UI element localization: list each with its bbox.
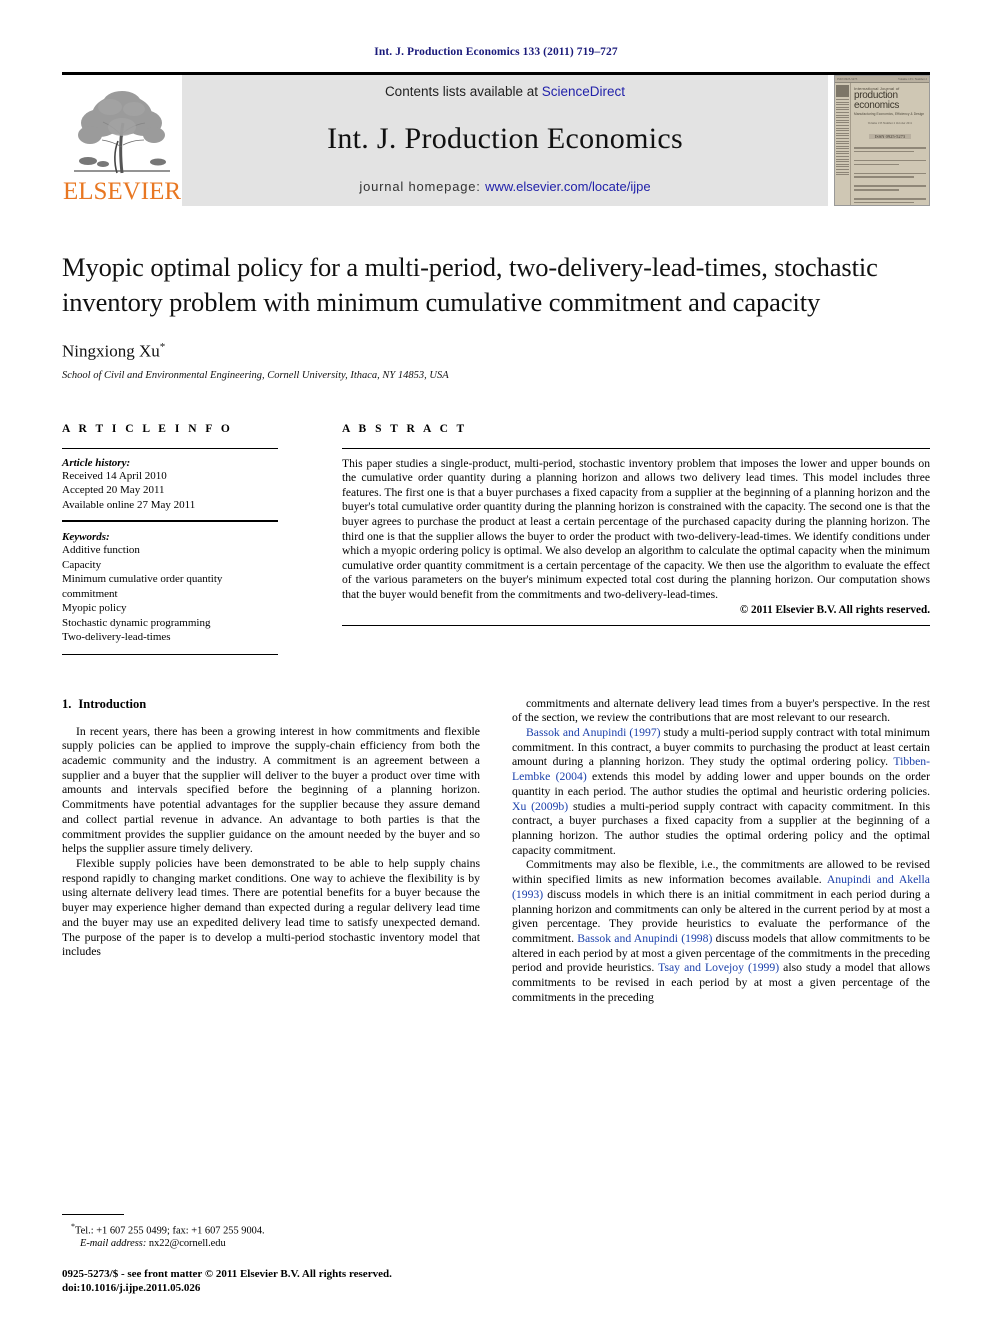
paragraph: Flexible supply policies have been demon…	[62, 856, 480, 959]
running-head: Int. J. Production Economics 133 (2011) …	[374, 46, 618, 58]
divider	[62, 520, 278, 523]
email-address[interactable]: nx22@cornell.edu	[149, 1238, 226, 1249]
contents-lists-line: Contents lists available at ScienceDirec…	[385, 84, 625, 99]
info-abstract-section: A R T I C L E I N F O Article history: R…	[62, 423, 930, 663]
journal-masthead: ELSEVIER Contents lists available at Sci…	[62, 72, 930, 206]
journal-title: Int. J. Production Economics	[327, 122, 683, 155]
paragraph-text: commitments and alternate delivery lead …	[512, 696, 930, 725]
citation-link[interactable]: Tsay and Lovejoy (1999)	[658, 961, 779, 974]
article-history-online: Available online 27 May 2011	[62, 498, 196, 511]
journal-homepage-line: journal homepage: www.elsevier.com/locat…	[359, 179, 650, 194]
footnote-rule	[62, 1213, 124, 1215]
paragraph: commitments and alternate delivery lead …	[512, 697, 930, 726]
page-title: Myopic optimal policy for a multi-period…	[62, 252, 878, 317]
cover-word-economics: economics	[854, 100, 900, 111]
author-affiliation: School of Civil and Environmental Engine…	[62, 369, 449, 381]
journal-banner: Contents lists available at ScienceDirec…	[182, 75, 828, 206]
cover-issue-block: Volume 133 Number 2 October 2011 ISSN 09…	[854, 121, 926, 143]
footer-front-matter: 0925-5273/$ - see front matter © 2011 El…	[62, 1268, 392, 1280]
footnote-contact: *Tel.: +1 607 255 0499; fax: +1 607 255 …	[62, 1220, 492, 1237]
cover-topbar: ISSN 0925-5273 Volume 133 / Number 2	[835, 76, 929, 83]
footer-block: 0925-5273/$ - see front matter © 2011 El…	[62, 1267, 492, 1295]
cover-issn-badge: ISSN 0925-5273	[868, 134, 912, 139]
right-paragraph-container: commitments and alternate delivery lead …	[512, 697, 930, 1006]
abstract-label: A B S T R A C T	[342, 422, 468, 435]
elsevier-wordmark: ELSEVIER	[62, 178, 182, 205]
section-title: Introduction	[78, 696, 147, 711]
elsevier-tree-icon	[67, 83, 177, 179]
email-label: E-mail address:	[80, 1238, 147, 1249]
cover-topbar-right: Volume 133 / Number 2	[898, 77, 927, 81]
keyword-item: Minimum cumulative order quantity	[62, 573, 223, 586]
divider	[342, 624, 930, 626]
footnote-tel-fax: Tel.: +1 607 255 0499; fax: +1 607 255 9…	[75, 1225, 265, 1236]
abstract-copyright: © 2011 Elsevier B.V. All rights reserved…	[739, 603, 930, 616]
cover-subtitle: Manufacturing Economics, Efficiency & De…	[854, 112, 925, 116]
keyword-item: commitment	[62, 587, 118, 600]
sciencedirect-link[interactable]: ScienceDirect	[542, 84, 625, 99]
divider	[62, 447, 278, 449]
footnote-email: E-mail address: nx22@cornell.edu	[62, 1237, 492, 1250]
article-info-column: A R T I C L E I N F O Article history: R…	[62, 423, 302, 663]
cover-table-of-contents	[854, 147, 926, 205]
keywords-label: Keywords:	[62, 531, 110, 544]
abstract-column: A B S T R A C T This paper studies a sin…	[302, 423, 930, 663]
author-line: Ningxiong Xu*	[62, 341, 930, 362]
author-footnote-marker[interactable]: *	[160, 341, 166, 353]
citation-link[interactable]: Bassok and Anupindi (1997)	[526, 726, 661, 739]
footnote-area: *Tel.: +1 607 255 0499; fax: +1 607 255 …	[62, 1213, 492, 1295]
divider	[342, 447, 930, 449]
article-history-received: Received 14 April 2010	[62, 469, 167, 482]
article-history-accepted: Accepted 20 May 2011	[62, 484, 165, 497]
footer-doi: doi:10.1016/j.ijpe.2011.05.026	[62, 1282, 201, 1294]
paragraph-text: studies a multi-period supply contract w…	[512, 799, 930, 857]
article-history-label: Article history:	[62, 456, 131, 469]
keyword-item: Additive function	[62, 544, 140, 557]
body-columns: 1. Introduction In recent years, there ha…	[62, 697, 930, 1006]
keyword-item: Two-delivery-lead-times	[62, 631, 171, 644]
body-column-right: commitments and alternate delivery lead …	[512, 697, 930, 1006]
homepage-prefix: journal homepage:	[359, 179, 486, 194]
cover-left-strip	[835, 83, 851, 205]
section-heading-introduction: 1. Introduction	[62, 697, 480, 712]
keyword-item: Stochastic dynamic programming	[62, 616, 211, 629]
paragraph: In recent years, there has been a growin…	[62, 724, 480, 856]
contents-lists-prefix: Contents lists available at	[384, 84, 542, 99]
cover-logo-box	[836, 85, 849, 97]
keyword-item: Myopic policy	[62, 602, 127, 615]
paragraph: Commitments may also be flexible, i.e., …	[512, 858, 930, 1005]
article-page: Int. J. Production Economics 133 (2011) …	[0, 0, 992, 1323]
paragraph: Bassok and Anupindi (1997) study a multi…	[512, 726, 930, 858]
journal-cover-thumbnail: ISSN 0925-5273 Volume 133 / Number 2 Int…	[834, 75, 930, 206]
author-name: Ningxiong Xu	[62, 341, 160, 361]
section-number: 1.	[62, 696, 72, 711]
keyword-item: Capacity	[62, 558, 102, 571]
article-info-label: A R T I C L E I N F O	[62, 422, 233, 435]
title-block: Myopic optimal policy for a multi-period…	[62, 250, 930, 381]
abstract-text: This paper studies a single-product, mul…	[342, 456, 930, 601]
journal-homepage-link[interactable]: www.elsevier.com/locate/ijpe	[485, 179, 650, 194]
body-column-left: 1. Introduction In recent years, there ha…	[62, 697, 480, 1006]
citation-link[interactable]: Bassok and Anupindi (1998)	[577, 932, 712, 945]
cover-body: International Journal of production econ…	[835, 83, 929, 205]
cover-topbar-left: ISSN 0925-5273	[837, 77, 858, 81]
elsevier-logo: ELSEVIER	[62, 75, 182, 206]
divider	[62, 653, 278, 655]
citation-link[interactable]: Xu (2009b)	[512, 800, 568, 813]
cover-issue-line: Volume 133 Number 2 October 2011	[867, 121, 913, 125]
cover-right-panel: International Journal of production econ…	[851, 83, 929, 205]
